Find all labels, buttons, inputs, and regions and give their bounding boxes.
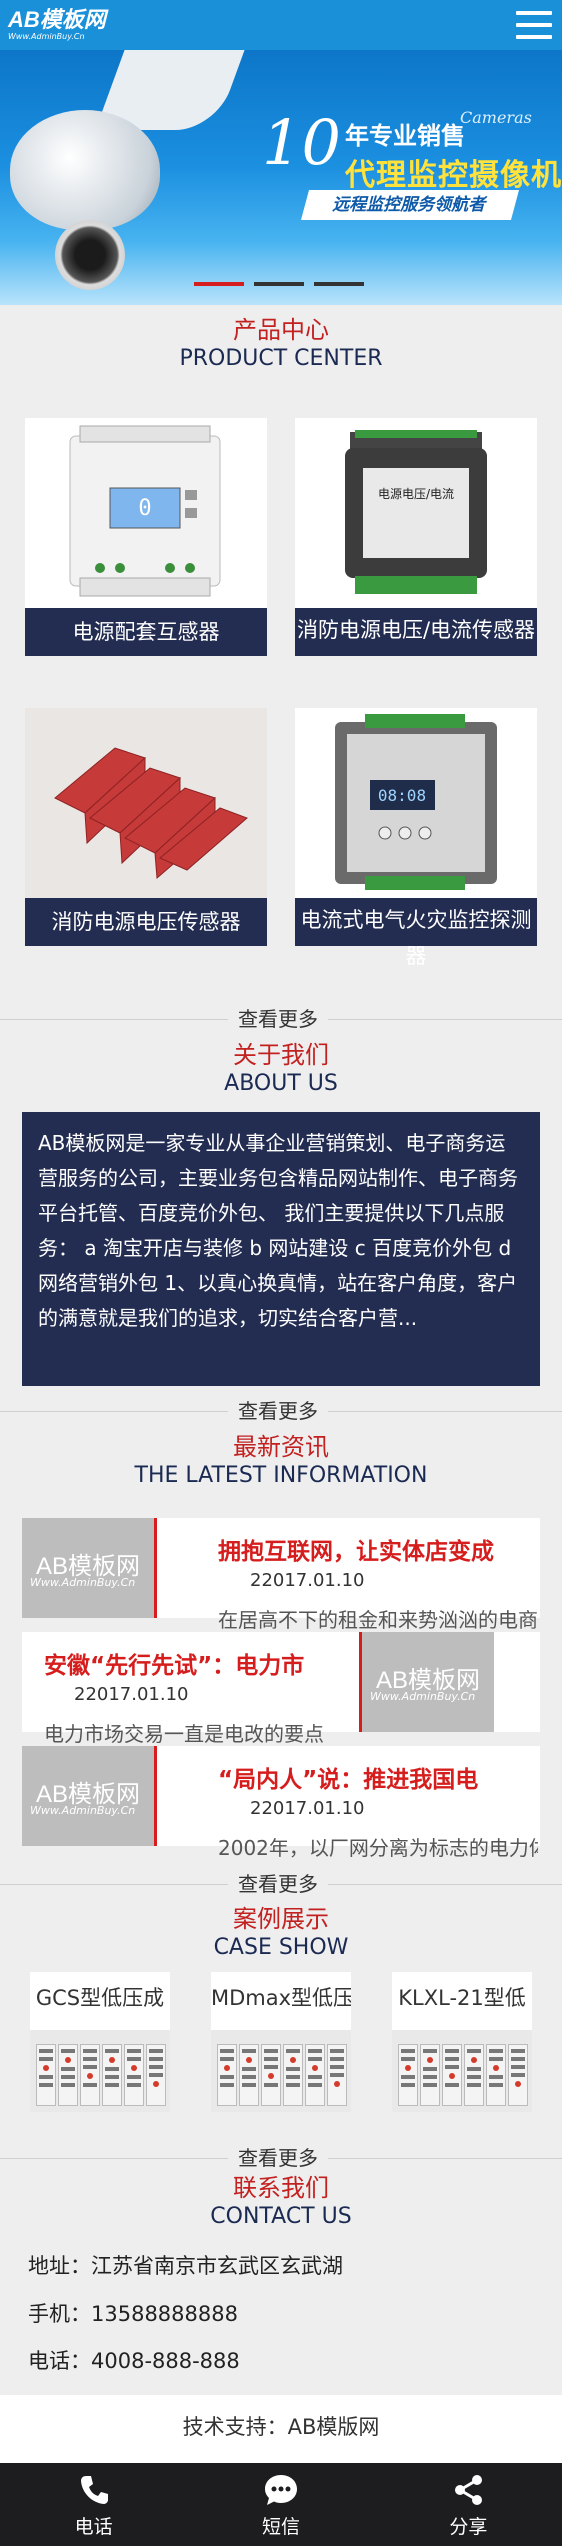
case-card[interactable]: MDmax型低压 <box>211 1972 351 2112</box>
banner-line3: 远程监控服务领航者 <box>300 190 520 220</box>
product-image: 0 <box>25 418 267 608</box>
bottom-nav-message[interactable]: 短信 <box>187 2463 374 2546</box>
bottom-nav-label: 短信 <box>261 2516 300 2538</box>
slider-dot[interactable] <box>314 282 364 286</box>
products-title-cn: 产品中心 <box>233 316 329 344</box>
svg-text:电源电压/电流: 电源电压/电流 <box>378 487 454 501</box>
about-text: AB模板网是一家专业从事企业营销策划、电子商务运营服务的公司，主要业务包含精品网… <box>22 1112 540 1386</box>
about-title-en: ABOUT US <box>224 1071 338 1096</box>
contact-title-en: CONTACT US <box>210 2204 352 2229</box>
cases-title-en: CASE SHOW <box>213 1935 349 1960</box>
product-image: 08:08 <box>295 708 537 898</box>
news-date: 22017.01.10 <box>250 1798 365 1819</box>
banner-line2: 代理监控摄像机 <box>345 158 562 193</box>
svg-text:08:08: 08:08 <box>378 786 426 805</box>
about-title-cn: 关于我们 <box>233 1041 329 1069</box>
thumb-accent-bar <box>154 1518 157 1618</box>
bottom-nav-label: 分享 <box>449 2516 488 2538</box>
news-date: 22017.01.10 <box>74 1684 189 1705</box>
news-title-en: THE LATEST INFORMATION <box>134 1463 428 1488</box>
hero-banner[interactable]: 10 年专业销售 Cameras 代理监控摄像机 远程监控服务领航者 <box>0 50 562 305</box>
slider-dots <box>194 282 364 286</box>
news-description: 在居高不下的租金和来势汹汹的电商夹击下 <box>218 1608 538 1632</box>
case-image <box>211 2030 351 2112</box>
product-card[interactable]: 消防电源电压传感器 <box>25 708 267 948</box>
cases-more-link[interactable]: 查看更多 <box>228 2145 328 2171</box>
thumb-logo-subtext: Www.AdminBuy.Cn <box>370 1690 476 1703</box>
bottom-nav-label: 电话 <box>74 2516 113 2538</box>
news-item[interactable]: AB模板网 Www.AdminBuy.Cn “局内人”说：推进我国电 22017… <box>22 1746 540 1860</box>
news-item[interactable]: AB模板网 Www.AdminBuy.Cn 安徽“先行先试”：电力市 22017… <box>22 1632 540 1746</box>
case-title: MDmax型低压 <box>211 1986 351 2010</box>
news-heading: 最新资讯 THE LATEST INFORMATION <box>0 1432 562 1490</box>
slider-dot[interactable] <box>254 282 304 286</box>
news-thumbnail: AB模板网 Www.AdminBuy.Cn <box>22 1518 157 1618</box>
contact-mobile[interactable]: 手机：13588888888 <box>28 2300 238 2328</box>
about-more-link[interactable]: 查看更多 <box>228 1398 328 1424</box>
bottom-nav-share[interactable]: 分享 <box>375 2463 562 2546</box>
page: AB模板网 Www.AdminBuy.Cn 10 年专业销售 Cameras 代… <box>0 0 562 2546</box>
product-card[interactable]: 0 电源配套互感器 <box>25 418 267 658</box>
news-description: 2002年，以厂网分离为标志的电力体制改革 <box>218 1836 538 1860</box>
product-label: 电源配套互感器 <box>25 608 267 656</box>
product-card[interactable]: 08:08 电流式电气火灾监控探测器 <box>295 708 537 968</box>
product-label: 消防电源电压/电流传感器 <box>296 618 536 642</box>
thumb-logo-subtext: Www.AdminBuy.Cn <box>30 1804 136 1817</box>
products-heading: 产品中心 PRODUCT CENTER <box>0 315 562 373</box>
products-title-en: PRODUCT CENTER <box>179 346 383 371</box>
contact-address: 地址：江苏省南京市玄武区玄武湖 <box>28 2254 343 2278</box>
news-date: 22017.01.10 <box>250 1570 365 1591</box>
case-image <box>30 2030 170 2112</box>
logo-subtext: Www.AdminBuy.Cn <box>8 32 85 41</box>
news-more-link[interactable]: 查看更多 <box>228 1871 328 1897</box>
bottom-nav-phone[interactable]: 电话 <box>0 2463 187 2546</box>
case-image <box>392 2030 532 2112</box>
product-image <box>25 708 267 898</box>
top-header: AB模板网 Www.AdminBuy.Cn <box>0 0 562 50</box>
products-more-link[interactable]: 查看更多 <box>228 1006 328 1032</box>
product-label: 消防电源电压传感器 <box>25 898 267 946</box>
banner-cameras-word: Cameras <box>460 108 532 127</box>
contact-heading: 联系我们 CONTACT US <box>0 2173 562 2231</box>
thumb-logo-subtext: Www.AdminBuy.Cn <box>30 1576 136 1589</box>
news-title[interactable]: 安徽“先行先试”：电力市 <box>44 1646 360 1680</box>
news-title-cn: 最新资讯 <box>233 1433 329 1461</box>
product-card[interactable]: 电源电压/电流 消防电源电压/电流传感器 <box>295 418 537 658</box>
cases-heading: 案例展示 CASE SHOW <box>0 1904 562 1962</box>
tech-support-text: 技术支持：AB模版网 <box>182 2415 380 2439</box>
banner-line1: 年专业销售 <box>345 122 465 150</box>
banner-number: 10 <box>262 106 341 179</box>
svg-text:0: 0 <box>138 496 151 521</box>
news-item[interactable]: AB模板网 Www.AdminBuy.Cn 拥抱互联网，让实体店变成 22017… <box>22 1518 540 1632</box>
news-thumbnail: AB模板网 Www.AdminBuy.Cn <box>22 1746 157 1846</box>
phone-icon <box>80 2476 108 2504</box>
news-description: 电力市场交易一直是电改的要点 <box>44 1722 324 1746</box>
logo-text: AB模板网 <box>8 7 106 32</box>
hamburger-menu-icon[interactable] <box>514 7 554 43</box>
case-card[interactable]: KLXL-21型低 <box>392 1972 532 2112</box>
slider-dot[interactable] <box>194 282 244 286</box>
case-card[interactable]: GCS型低压成 <box>30 1972 170 2112</box>
thumb-accent-bar <box>154 1746 157 1846</box>
case-title: KLXL-21型低 <box>398 1986 526 2010</box>
site-logo[interactable]: AB模板网 Www.AdminBuy.Cn <box>8 9 106 41</box>
camera-body-graphic <box>10 110 160 230</box>
case-title: GCS型低压成 <box>35 1986 165 2010</box>
message-icon <box>264 2475 297 2505</box>
product-label: 电流式电气火灾监控探测器 <box>300 908 532 968</box>
product-image: 电源电压/电流 <box>295 418 537 608</box>
bottom-nav: 电话 短信 分享 <box>0 2463 562 2546</box>
share-icon <box>455 2475 483 2505</box>
news-title[interactable]: 拥抱互联网，让实体店变成 <box>218 1532 538 1566</box>
contact-phone[interactable]: 电话：4008-888-888 <box>28 2347 240 2375</box>
news-thumbnail: AB模板网 Www.AdminBuy.Cn <box>359 1632 494 1732</box>
contact-title-cn: 联系我们 <box>233 2174 329 2202</box>
news-title[interactable]: “局内人”说：推进我国电 <box>218 1760 538 1794</box>
about-heading: 关于我们 ABOUT US <box>0 1040 562 1098</box>
cases-title-cn: 案例展示 <box>233 1905 329 1933</box>
camera-lens-graphic <box>55 220 125 290</box>
